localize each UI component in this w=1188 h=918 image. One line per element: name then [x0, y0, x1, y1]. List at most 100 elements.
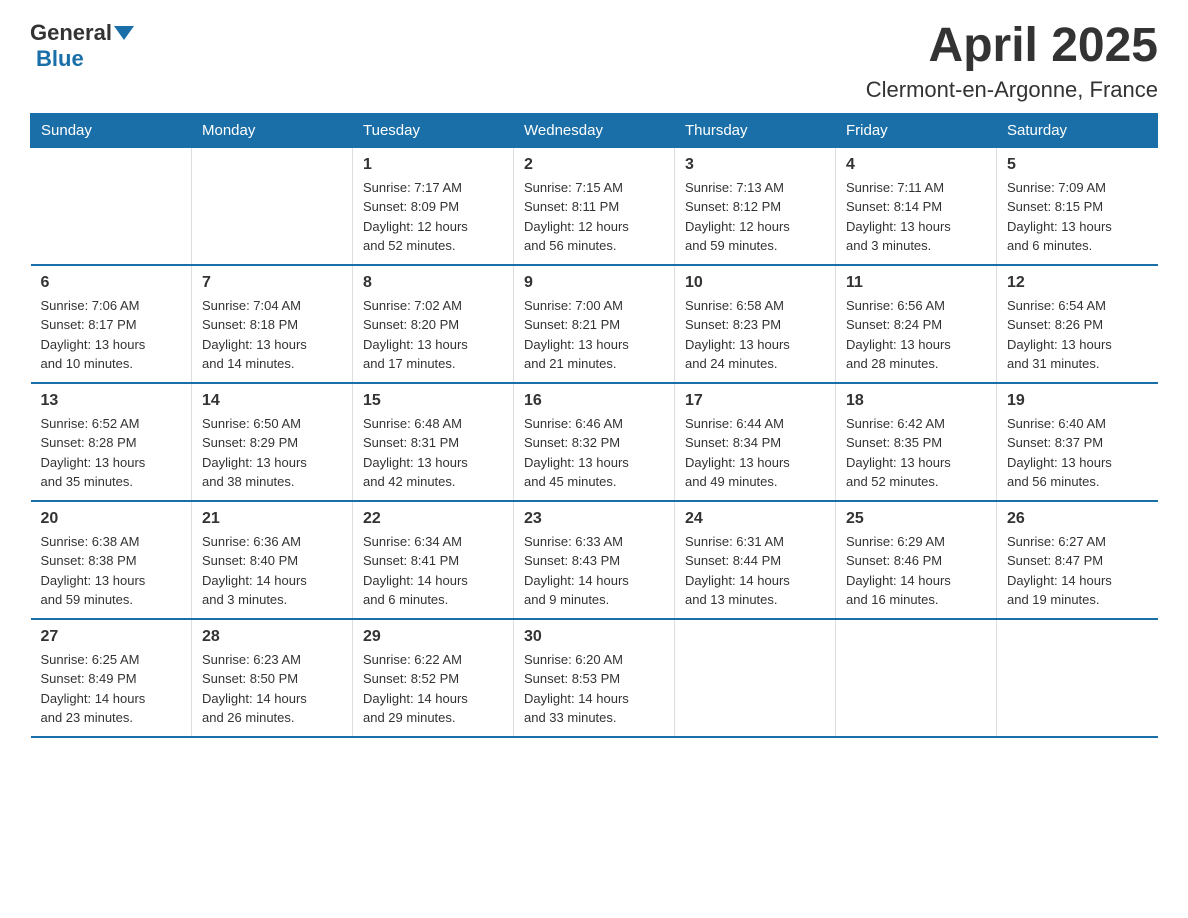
day-info: Sunrise: 6:52 AM Sunset: 8:28 PM Dayligh… [41, 414, 182, 492]
day-number: 30 [524, 628, 664, 646]
day-number: 3 [685, 156, 825, 174]
day-number: 17 [685, 392, 825, 410]
day-info: Sunrise: 6:31 AM Sunset: 8:44 PM Dayligh… [685, 532, 825, 610]
calendar-cell: 23 Sunrise: 6:33 AM Sunset: 8:43 PM Dayli… [514, 501, 675, 619]
day-number: 23 [524, 510, 664, 528]
day-info: Sunrise: 6:29 AM Sunset: 8:46 PM Dayligh… [846, 532, 986, 610]
weekday-header-sunday: Sunday [31, 113, 192, 147]
calendar-cell: 15 Sunrise: 6:48 AM Sunset: 8:31 PM Dayli… [353, 383, 514, 501]
logo: General Blue [30, 20, 136, 72]
day-number: 27 [41, 628, 182, 646]
day-info: Sunrise: 6:58 AM Sunset: 8:23 PM Dayligh… [685, 296, 825, 374]
day-info: Sunrise: 6:20 AM Sunset: 8:53 PM Dayligh… [524, 650, 664, 728]
day-info: Sunrise: 6:46 AM Sunset: 8:32 PM Dayligh… [524, 414, 664, 492]
calendar-cell: 19 Sunrise: 6:40 AM Sunset: 8:37 PM Dayli… [997, 383, 1158, 501]
calendar-cell: 24 Sunrise: 6:31 AM Sunset: 8:44 PM Dayli… [675, 501, 836, 619]
day-info: Sunrise: 7:09 AM Sunset: 8:15 PM Dayligh… [1007, 178, 1148, 256]
calendar-week-1: 1 Sunrise: 7:17 AM Sunset: 8:09 PM Daylig… [31, 147, 1158, 265]
day-info: Sunrise: 7:13 AM Sunset: 8:12 PM Dayligh… [685, 178, 825, 256]
day-info: Sunrise: 6:25 AM Sunset: 8:49 PM Dayligh… [41, 650, 182, 728]
calendar-table: SundayMondayTuesdayWednesdayThursdayFrid… [30, 113, 1158, 738]
day-info: Sunrise: 6:42 AM Sunset: 8:35 PM Dayligh… [846, 414, 986, 492]
day-info: Sunrise: 6:23 AM Sunset: 8:50 PM Dayligh… [202, 650, 342, 728]
day-number: 4 [846, 156, 986, 174]
calendar-cell: 28 Sunrise: 6:23 AM Sunset: 8:50 PM Dayli… [192, 619, 353, 737]
calendar-week-4: 20Sunrise: 6:38 AM Sunset: 8:38 PM Dayli… [31, 501, 1158, 619]
calendar-cell [997, 619, 1158, 737]
logo-arrow-icon [114, 26, 134, 40]
weekday-header-thursday: Thursday [675, 113, 836, 147]
calendar-body: 1 Sunrise: 7:17 AM Sunset: 8:09 PM Daylig… [31, 147, 1158, 737]
calendar-cell: 26Sunrise: 6:27 AM Sunset: 8:47 PM Dayli… [997, 501, 1158, 619]
calendar-cell: 6Sunrise: 7:06 AM Sunset: 8:17 PM Daylig… [31, 265, 192, 383]
day-number: 1 [363, 156, 503, 174]
calendar-cell: 25 Sunrise: 6:29 AM Sunset: 8:46 PM Dayli… [836, 501, 997, 619]
day-info: Sunrise: 6:54 AM Sunset: 8:26 PM Dayligh… [1007, 296, 1148, 374]
day-info: Sunrise: 7:00 AM Sunset: 8:21 PM Dayligh… [524, 296, 664, 374]
day-info: Sunrise: 6:40 AM Sunset: 8:37 PM Dayligh… [1007, 414, 1148, 492]
calendar-cell: 1 Sunrise: 7:17 AM Sunset: 8:09 PM Daylig… [353, 147, 514, 265]
day-number: 22 [363, 510, 503, 528]
day-info: Sunrise: 7:04 AM Sunset: 8:18 PM Dayligh… [202, 296, 342, 374]
day-number: 21 [202, 510, 342, 528]
calendar-cell: 30 Sunrise: 6:20 AM Sunset: 8:53 PM Dayli… [514, 619, 675, 737]
day-number: 12 [1007, 274, 1148, 292]
calendar-cell: 14Sunrise: 6:50 AM Sunset: 8:29 PM Dayli… [192, 383, 353, 501]
logo-blue-text: Blue [36, 46, 84, 72]
calendar-week-5: 27 Sunrise: 6:25 AM Sunset: 8:49 PM Dayli… [31, 619, 1158, 737]
calendar-subtitle: Clermont-en-Argonne, France [866, 77, 1158, 103]
calendar-cell: 7Sunrise: 7:04 AM Sunset: 8:18 PM Daylig… [192, 265, 353, 383]
calendar-cell: 11 Sunrise: 6:56 AM Sunset: 8:24 PM Dayli… [836, 265, 997, 383]
day-number: 29 [363, 628, 503, 646]
calendar-cell: 13 Sunrise: 6:52 AM Sunset: 8:28 PM Dayli… [31, 383, 192, 501]
page-header: General Blue April 2025 Clermont-en-Argo… [30, 20, 1158, 103]
weekday-header-row: SundayMondayTuesdayWednesdayThursdayFrid… [31, 113, 1158, 147]
day-number: 10 [685, 274, 825, 292]
calendar-cell [192, 147, 353, 265]
calendar-cell: 3 Sunrise: 7:13 AM Sunset: 8:12 PM Daylig… [675, 147, 836, 265]
day-number: 28 [202, 628, 342, 646]
calendar-title: April 2025 [866, 20, 1158, 73]
day-number: 19 [1007, 392, 1148, 410]
day-number: 6 [41, 274, 182, 292]
calendar-cell: 20Sunrise: 6:38 AM Sunset: 8:38 PM Dayli… [31, 501, 192, 619]
logo-general-text: General [30, 20, 112, 46]
day-number: 11 [846, 274, 986, 292]
calendar-cell: 16 Sunrise: 6:46 AM Sunset: 8:32 PM Dayli… [514, 383, 675, 501]
day-info: Sunrise: 6:44 AM Sunset: 8:34 PM Dayligh… [685, 414, 825, 492]
calendar-cell: 12 Sunrise: 6:54 AM Sunset: 8:26 PM Dayli… [997, 265, 1158, 383]
weekday-header-saturday: Saturday [997, 113, 1158, 147]
calendar-cell: 2 Sunrise: 7:15 AM Sunset: 8:11 PM Daylig… [514, 147, 675, 265]
day-number: 2 [524, 156, 664, 174]
day-info: Sunrise: 6:56 AM Sunset: 8:24 PM Dayligh… [846, 296, 986, 374]
calendar-cell: 21Sunrise: 6:36 AM Sunset: 8:40 PM Dayli… [192, 501, 353, 619]
day-number: 25 [846, 510, 986, 528]
day-info: Sunrise: 7:15 AM Sunset: 8:11 PM Dayligh… [524, 178, 664, 256]
day-number: 8 [363, 274, 503, 292]
calendar-cell [675, 619, 836, 737]
calendar-cell: 9 Sunrise: 7:00 AM Sunset: 8:21 PM Daylig… [514, 265, 675, 383]
calendar-cell: 29Sunrise: 6:22 AM Sunset: 8:52 PM Dayli… [353, 619, 514, 737]
day-info: Sunrise: 6:33 AM Sunset: 8:43 PM Dayligh… [524, 532, 664, 610]
day-number: 18 [846, 392, 986, 410]
day-number: 16 [524, 392, 664, 410]
calendar-cell: 10 Sunrise: 6:58 AM Sunset: 8:23 PM Dayli… [675, 265, 836, 383]
day-number: 24 [685, 510, 825, 528]
calendar-cell [31, 147, 192, 265]
weekday-header-monday: Monday [192, 113, 353, 147]
calendar-cell: 4Sunrise: 7:11 AM Sunset: 8:14 PM Daylig… [836, 147, 997, 265]
calendar-cell: 5 Sunrise: 7:09 AM Sunset: 8:15 PM Daylig… [997, 147, 1158, 265]
day-info: Sunrise: 6:34 AM Sunset: 8:41 PM Dayligh… [363, 532, 503, 610]
day-number: 26 [1007, 510, 1148, 528]
day-number: 13 [41, 392, 182, 410]
day-number: 5 [1007, 156, 1148, 174]
calendar-cell: 18 Sunrise: 6:42 AM Sunset: 8:35 PM Dayli… [836, 383, 997, 501]
day-number: 20 [41, 510, 182, 528]
weekday-header-friday: Friday [836, 113, 997, 147]
day-info: Sunrise: 7:17 AM Sunset: 8:09 PM Dayligh… [363, 178, 503, 256]
calendar-cell: 17 Sunrise: 6:44 AM Sunset: 8:34 PM Dayli… [675, 383, 836, 501]
day-number: 15 [363, 392, 503, 410]
calendar-header: SundayMondayTuesdayWednesdayThursdayFrid… [31, 113, 1158, 147]
day-number: 9 [524, 274, 664, 292]
day-info: Sunrise: 6:48 AM Sunset: 8:31 PM Dayligh… [363, 414, 503, 492]
